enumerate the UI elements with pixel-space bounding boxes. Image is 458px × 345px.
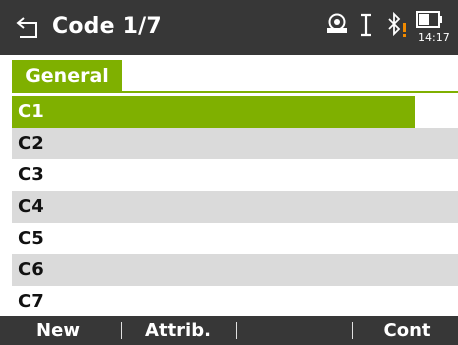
battery-icon — [416, 11, 442, 28]
back-arrow-icon[interactable] — [14, 13, 44, 41]
softkey-bar: New Attrib. Cont — [0, 316, 458, 345]
code-list: C1 C2 C3 C4 C5 C6 C7 — [12, 96, 458, 318]
list-item-c5[interactable]: C5 — [12, 223, 458, 255]
list-item-c7[interactable]: C7 — [12, 286, 458, 318]
list-item-c1[interactable]: C1 — [12, 96, 415, 128]
list-item-c4[interactable]: C4 — [12, 191, 458, 223]
page-title: Code 1/7 — [52, 14, 162, 39]
list-item-c3[interactable]: C3 — [12, 159, 458, 191]
target-prism-icon — [327, 13, 347, 33]
softkey-divider — [236, 322, 237, 339]
ibeam-cursor-icon — [361, 13, 371, 37]
clock-time: 14:17 — [418, 31, 450, 44]
list-item-c6[interactable]: C6 — [12, 254, 458, 287]
tab-general[interactable]: General — [12, 60, 122, 93]
attrib-button[interactable]: Attrib. — [124, 316, 232, 345]
list-item-c2[interactable]: C2 — [12, 127, 458, 160]
tab-underline — [122, 91, 458, 93]
bluetooth-warning-icon — [388, 11, 406, 37]
empty-softkey[interactable] — [240, 316, 348, 345]
softkey-divider — [121, 322, 122, 339]
cont-button[interactable]: Cont — [356, 316, 458, 345]
new-button[interactable]: New — [8, 316, 108, 345]
softkey-divider — [352, 322, 353, 339]
title-bar: Code 1/7 14:17 — [0, 0, 458, 55]
